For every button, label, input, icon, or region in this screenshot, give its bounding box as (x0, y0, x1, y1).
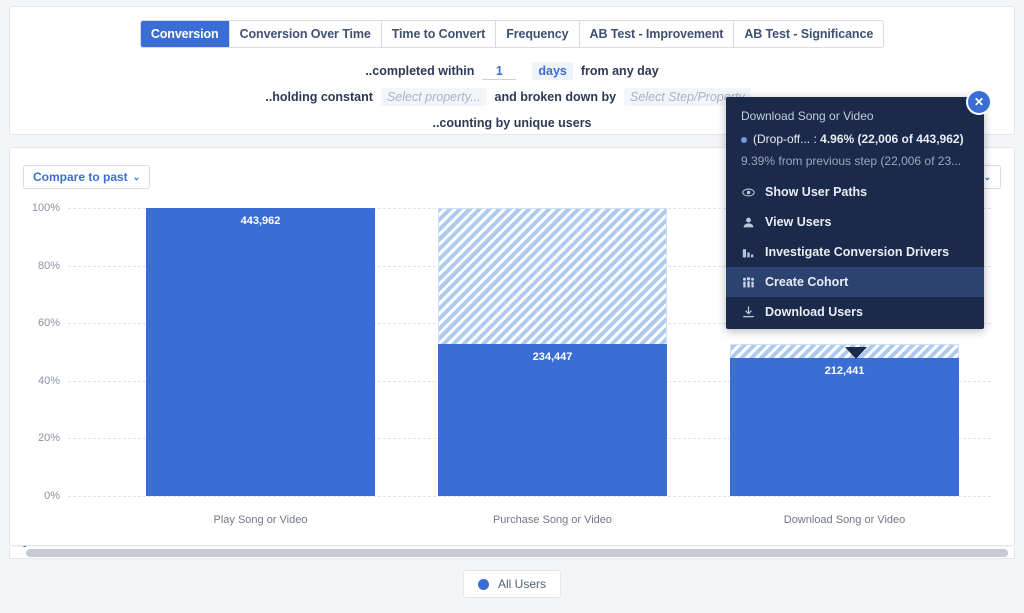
step-context-popup: Download Song or Video (Drop-off... : 4.… (726, 97, 984, 329)
chart-legend: All Users (0, 570, 1024, 598)
days-unit-dropdown[interactable]: days (532, 62, 573, 80)
tab-ab-test-improvement[interactable]: AB Test - Improvement (579, 21, 735, 47)
series-dot-icon (741, 136, 747, 143)
counting-by-label[interactable]: ..counting by unique users (432, 116, 591, 130)
popup-item-show-user-paths[interactable]: Show User Paths (726, 177, 984, 207)
people-group-icon (741, 276, 755, 289)
eye-icon (741, 186, 755, 199)
x-axis-category-label: Download Song or Video (783, 514, 906, 526)
tab-conversion[interactable]: Conversion (140, 21, 230, 47)
bar-value-label: 212,441 (824, 365, 865, 378)
y-axis-tick-label: 0% (44, 490, 60, 502)
days-input[interactable] (482, 62, 517, 80)
bar-column[interactable]: 443,962 (146, 208, 375, 496)
legend-color-dot (477, 578, 489, 590)
popup-pointer-arrow (845, 347, 867, 359)
y-axis-tick-label: 20% (37, 432, 60, 445)
bar-value-label: 443,962 (240, 215, 281, 227)
gridline (68, 496, 991, 497)
horizontal-scrollbar-thumb[interactable] (26, 549, 1008, 557)
bar-value-label: 234,447 (532, 350, 573, 363)
y-axis-tick-label: 60% (37, 317, 60, 330)
popup-item-investigate-conversion-drivers[interactable]: Investigate Conversion Drivers (726, 237, 984, 267)
popup-previous-step-stat: 9.39% from previous step (22,006 of 23..… (741, 154, 962, 168)
popup-item-label: Download Users (765, 305, 863, 319)
bar-converted-fill[interactable]: 443,962 (146, 208, 375, 496)
popup-item-create-cohort[interactable]: Create Cohort (726, 267, 984, 297)
completed-within-label: ..completed within (365, 64, 475, 78)
download-icon (741, 305, 755, 319)
analysis-tab-row: Conversion Conversion Over Time Time to … (10, 20, 1014, 48)
x-axis-category-label: Play Song or Video (213, 514, 308, 526)
analysis-tab-group: Conversion Conversion Over Time Time to … (139, 20, 885, 48)
bar-converted-fill[interactable]: 234,447 (438, 343, 667, 496)
popup-item-label: Show User Paths (765, 185, 868, 199)
tab-frequency[interactable]: Frequency (496, 21, 580, 47)
popup-dropoff-prefix: (Drop-off... : (753, 132, 821, 146)
tab-ab-test-significance[interactable]: AB Test - Significance (734, 21, 884, 47)
popup-item-label: View Users (765, 215, 832, 229)
tab-time-to-convert[interactable]: Time to Convert (381, 21, 497, 47)
tab-conversion-over-time[interactable]: Conversion Over Time (229, 21, 382, 47)
popup-close-button[interactable]: ✕ (968, 91, 990, 113)
bar-column[interactable]: 234,447 (438, 208, 667, 496)
popup-dropoff-value: 4.96% (22,006 of 443,962) (820, 132, 964, 146)
legend-item-all-users[interactable]: All Users (462, 570, 561, 598)
x-axis-category-label: Purchase Song or Video (492, 514, 613, 526)
holding-constant-label: ..holding constant (265, 90, 373, 104)
popup-item-download-users[interactable]: Download Users (726, 297, 984, 327)
compare-to-past-label: Compare to past (33, 170, 128, 184)
bar-converted-fill[interactable]: 212,441 (730, 358, 959, 496)
y-axis-tick-label: 80% (37, 259, 60, 272)
compare-to-past-button[interactable]: Compare to past ⌄ (23, 165, 151, 189)
bar-chart-icon (741, 246, 755, 259)
chevron-down-icon: ⌄ (132, 171, 141, 182)
chevron-down-icon: ⌄ (983, 171, 991, 182)
filter-completed-within-row: ..completed within days from any day (10, 61, 1014, 81)
y-axis-tick-label: 40% (37, 374, 60, 387)
popup-item-label: Investigate Conversion Drivers (765, 245, 950, 259)
from-any-day-label: from any day (580, 64, 659, 78)
popup-item-view-users[interactable]: View Users (726, 207, 984, 237)
broken-down-by-label: and broken down by (494, 90, 617, 104)
popup-dropoff-stat: (Drop-off... : 4.96% (22,006 of 443,962) (726, 129, 984, 149)
legend-item-label: All Users (497, 577, 546, 591)
y-axis-tick-label: 100% (31, 202, 60, 214)
popup-step-title: Download Song or Video (741, 109, 874, 123)
user-icon (741, 216, 755, 229)
popup-item-label: Create Cohort (765, 275, 849, 289)
select-property-input[interactable]: Select property... (380, 88, 487, 106)
